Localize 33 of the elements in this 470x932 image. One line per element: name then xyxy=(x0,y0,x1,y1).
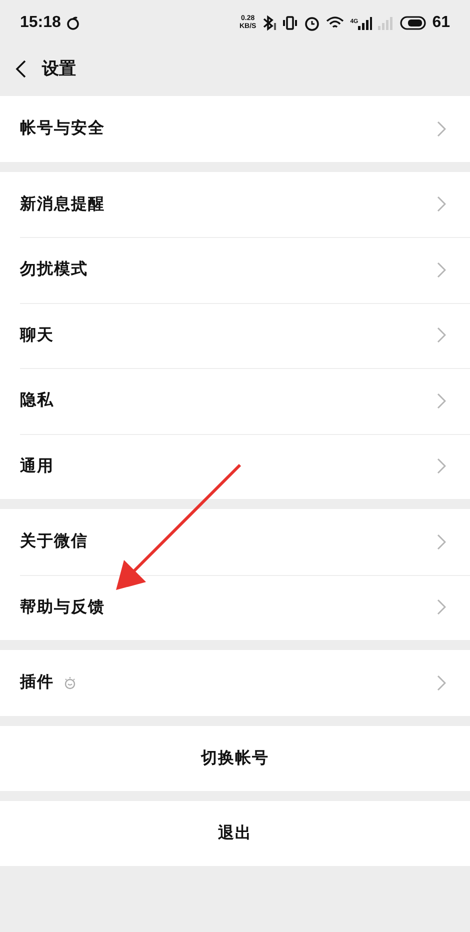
settings-item[interactable]: 通用 xyxy=(0,434,470,499)
settings-item[interactable]: 聊天 xyxy=(0,302,470,368)
chevron-right-icon xyxy=(437,392,446,409)
action-button[interactable]: 切换帐号 xyxy=(0,726,470,790)
wifi-icon xyxy=(326,16,344,30)
settings-item[interactable]: 隐私 xyxy=(0,368,470,434)
page-title: 设置 xyxy=(42,58,76,80)
settings-item[interactable]: 新消息提醒 xyxy=(0,172,470,237)
settings-item[interactable]: 勿扰模式 xyxy=(0,237,470,302)
signal-icon xyxy=(378,16,394,30)
chevron-right-icon xyxy=(437,262,446,278)
action-button[interactable]: 退出 xyxy=(0,800,470,866)
chevron-right-icon xyxy=(437,327,446,344)
chevron-right-icon xyxy=(437,120,446,137)
chevron-right-icon xyxy=(437,534,446,550)
chevron-right-icon xyxy=(437,674,446,691)
battery-icon xyxy=(400,16,426,30)
settings-item[interactable]: 关于微信 xyxy=(0,509,470,574)
settings-item[interactable]: 帮助与反馈 xyxy=(0,574,470,640)
alarm-icon xyxy=(304,14,320,30)
chevron-right-icon xyxy=(437,458,446,474)
vibrate-icon xyxy=(282,14,298,30)
chevron-right-icon xyxy=(437,599,446,616)
status-time: 15:18 xyxy=(20,14,61,32)
signal-icon xyxy=(358,16,372,30)
chevron-right-icon xyxy=(437,196,446,212)
settings-item[interactable]: 帐号与安全 xyxy=(0,96,470,162)
app-notification-icon xyxy=(66,16,80,30)
battery-level: 61 xyxy=(432,14,450,32)
back-icon[interactable] xyxy=(14,58,28,78)
settings-item[interactable]: 插件 xyxy=(0,650,470,716)
lightbulb-icon xyxy=(64,676,76,690)
bluetooth-icon xyxy=(262,14,276,30)
